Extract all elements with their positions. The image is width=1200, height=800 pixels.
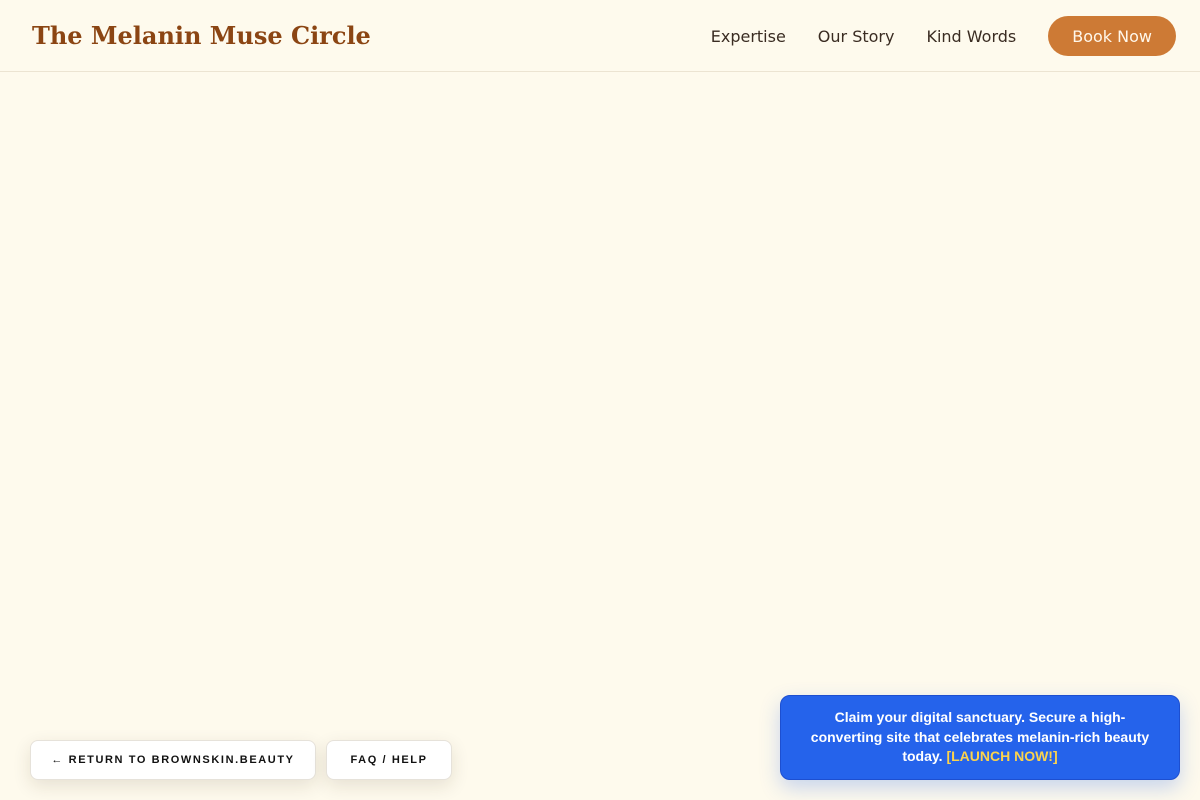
nav-link-our-story[interactable]: Our Story: [818, 27, 895, 46]
promo-banner[interactable]: Claim your digital sanctuary. Secure a h…: [780, 695, 1180, 780]
brand-logo[interactable]: The Melanin Muse Circle: [32, 20, 371, 52]
site-header: The Melanin Muse Circle Expertise Our St…: [0, 0, 1200, 72]
nav-link-expertise[interactable]: Expertise: [711, 27, 786, 46]
book-now-button[interactable]: Book Now: [1048, 16, 1176, 56]
return-to-brownskin-button[interactable]: ← RETURN TO BROWNSKIN.BEAUTY: [30, 740, 316, 780]
launch-now-link[interactable]: [LAUNCH NOW!]: [946, 748, 1057, 764]
faq-help-button[interactable]: FAQ / HELP: [326, 740, 452, 780]
nav-link-kind-words[interactable]: Kind Words: [926, 27, 1016, 46]
main-nav: Expertise Our Story Kind Words Book Now: [711, 16, 1176, 56]
